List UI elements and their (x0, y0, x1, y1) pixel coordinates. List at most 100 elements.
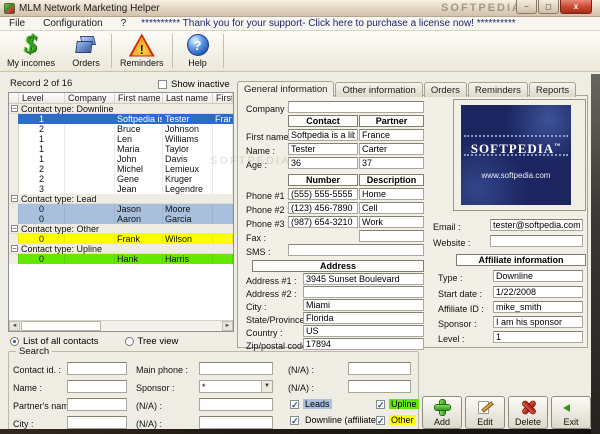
menu-help[interactable]: ? (112, 18, 136, 29)
collapse-icon[interactable]: − (11, 245, 18, 253)
country-input[interactable] (303, 325, 424, 337)
radio-tree-view[interactable]: Tree view (124, 336, 178, 347)
collapse-icon[interactable]: − (11, 195, 18, 203)
na-input-1[interactable] (199, 398, 273, 411)
company-input[interactable] (288, 101, 424, 113)
pencil-icon (477, 400, 494, 415)
my-incomes-button[interactable]: $ My incomes (0, 31, 62, 71)
filter-upline-checkbox[interactable]: ✓ Upline (376, 399, 419, 409)
license-banner[interactable]: ********** Thank you for your support- C… (135, 18, 515, 29)
contact-row[interactable]: 1 Softpedia is...TesterFrance (9, 114, 233, 124)
first-name-partner-input[interactable] (359, 129, 424, 141)
phone1-number-input[interactable] (288, 188, 358, 200)
aff-sponsor-input[interactable] (493, 316, 583, 328)
phone2-desc-input[interactable] (359, 202, 424, 214)
contact-row[interactable]: 0 Jason Moore (9, 204, 233, 214)
edit-button[interactable]: Edit (465, 396, 505, 429)
filter-other-checkbox[interactable]: ✓ Other (376, 415, 416, 425)
column-company[interactable]: Company (65, 93, 115, 103)
address1-input[interactable] (303, 273, 424, 285)
name-input[interactable] (67, 380, 127, 393)
menu-file[interactable]: File (0, 18, 34, 29)
contact-row[interactable]: 0 Hank Harris (9, 254, 233, 264)
column-last-name[interactable]: Last name (163, 93, 213, 103)
help-button[interactable]: ? Help (174, 31, 222, 71)
collapse-icon[interactable]: − (11, 225, 18, 233)
window-title: MLM Network Marketing Helper (19, 2, 160, 14)
fax-input[interactable] (359, 230, 424, 242)
contact-row[interactable]: 1 Len Williams (9, 134, 233, 144)
main-phone-input[interactable] (199, 362, 273, 375)
na-input-3[interactable] (348, 362, 411, 375)
menu-configuration[interactable]: Configuration (34, 18, 111, 29)
zip-input[interactable] (303, 338, 424, 350)
table-hscrollbar[interactable]: ◄ ► (9, 320, 233, 331)
chevron-down-icon[interactable]: ▼ (261, 381, 272, 392)
start-date-input[interactable] (493, 286, 583, 298)
last-name-partner-input[interactable] (359, 143, 424, 155)
reminders-button[interactable]: ! Reminders (113, 31, 171, 71)
cell-lvl: 0 (19, 214, 65, 224)
delete-button[interactable]: Delete (508, 396, 548, 429)
minimize-button[interactable]: − (516, 0, 537, 14)
website-input[interactable] (490, 235, 583, 247)
type-input[interactable] (493, 270, 583, 282)
sponsor-select[interactable]: * ▼ (199, 380, 273, 393)
filter-downline-checkbox[interactable]: ✓ Downline (affiliate) (290, 415, 381, 425)
contact-row[interactable]: 2 Michel Lemieux (9, 164, 233, 174)
orders-button[interactable]: Orders (62, 31, 110, 71)
close-button[interactable]: x (560, 0, 592, 14)
contact-row[interactable]: 0 Aaron Garcia (9, 214, 233, 224)
level-input[interactable] (493, 331, 583, 343)
show-inactive-checkbox[interactable]: Show inactive (158, 79, 230, 90)
phone3-desc-input[interactable] (359, 216, 424, 228)
column-level[interactable]: Level (19, 93, 65, 103)
first-name-contact-input[interactable] (288, 129, 358, 141)
contact-type-group-header[interactable]: − Contact type: Downline (9, 104, 233, 114)
sms-input[interactable] (288, 244, 424, 256)
column-first-name[interactable]: First name (115, 93, 163, 103)
age-contact-input[interactable] (288, 157, 358, 169)
contact-type-group-header[interactable]: − Contact type: Lead (9, 194, 233, 204)
collapse-icon[interactable]: − (11, 105, 18, 113)
partner-name-input[interactable] (67, 398, 127, 411)
exit-button[interactable]: Exit (551, 396, 591, 429)
tab-reminders[interactable]: Reminders (467, 82, 528, 97)
phone2-number-input[interactable] (288, 202, 358, 214)
maximize-button[interactable]: ◻ (538, 0, 559, 14)
scroll-right-arrow[interactable]: ► (222, 321, 233, 331)
state-input[interactable] (303, 312, 424, 324)
tab-other-information[interactable]: Other information (335, 82, 423, 97)
help-icon: ? (186, 34, 209, 56)
affiliate-id-input[interactable] (493, 301, 583, 313)
contact-id-input[interactable] (67, 362, 127, 375)
column-partner-first[interactable]: First (213, 93, 233, 103)
gi-city-input[interactable] (303, 299, 424, 311)
contact-row[interactable]: 0 Frank Wilson (9, 234, 233, 244)
contact-type-group-header[interactable]: − Contact type: Upline (9, 244, 233, 254)
phone3-number-input[interactable] (288, 216, 358, 228)
cell-pf (213, 214, 233, 224)
tab-orders[interactable]: Orders (423, 82, 467, 97)
na-input-2[interactable] (199, 416, 273, 429)
scroll-left-arrow[interactable]: ◄ (9, 321, 20, 331)
address2-input[interactable] (303, 286, 424, 298)
contact-row[interactable]: 2 Gene Kruger (9, 174, 233, 184)
email-input[interactable] (490, 219, 583, 231)
contact-row[interactable]: 1 Maria Taylor (9, 144, 233, 154)
na-input-4[interactable] (348, 380, 411, 393)
tab-reports[interactable]: Reports (528, 82, 577, 97)
last-name-contact-input[interactable] (288, 143, 358, 155)
add-button[interactable]: Add (422, 396, 462, 429)
contact-row[interactable]: 2 Bruce Johnson (9, 124, 233, 134)
phone1-desc-input[interactable] (359, 188, 424, 200)
table-body: −Contact type: Downline1Softpedia is...T… (9, 104, 233, 320)
city-input[interactable] (67, 416, 127, 429)
scroll-thumb[interactable] (21, 321, 101, 331)
contact-row[interactable]: 3 Jean Legendre (9, 184, 233, 194)
contact-type-group-header[interactable]: − Contact type: Other (9, 224, 233, 234)
contact-row[interactable]: 1 John Davis (9, 154, 233, 164)
filter-leads-checkbox[interactable]: ✓ Leads (290, 399, 332, 409)
tab-general-information[interactable]: General information (237, 81, 335, 97)
age-partner-input[interactable] (359, 157, 424, 169)
